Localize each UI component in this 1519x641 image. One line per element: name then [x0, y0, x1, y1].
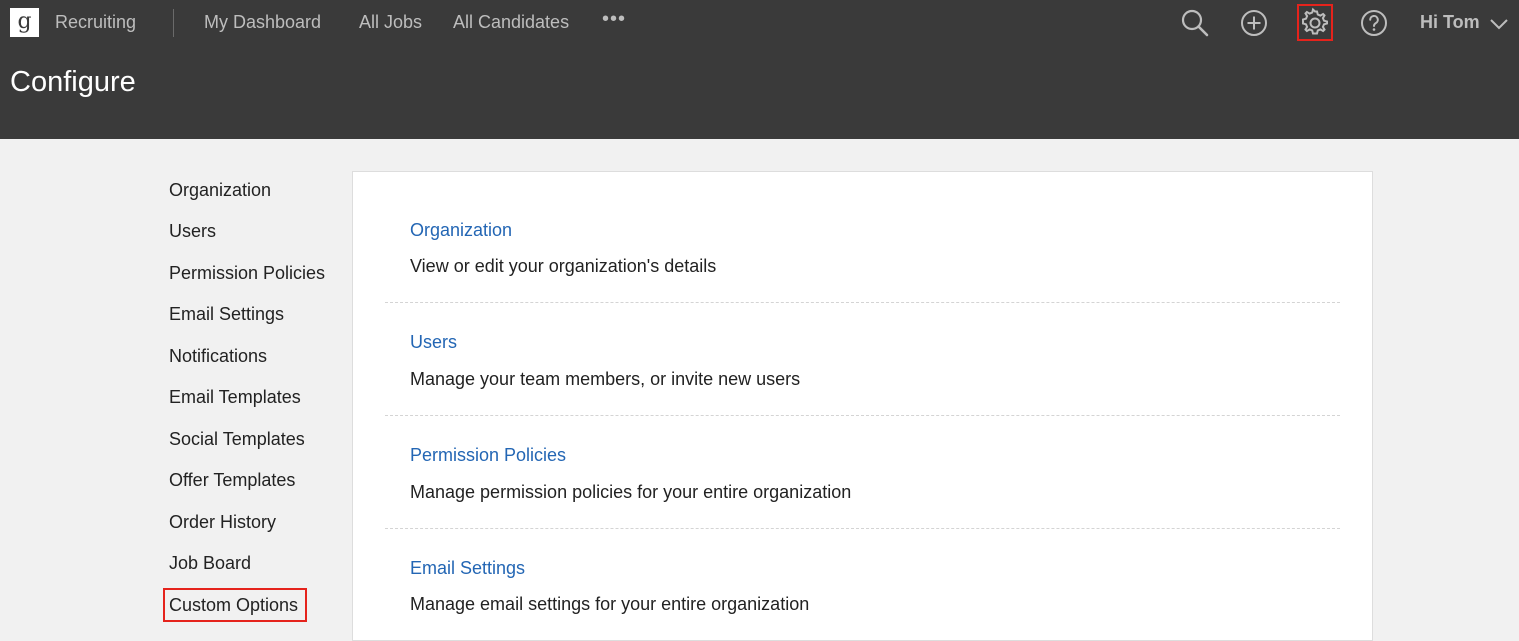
nav-my-dashboard[interactable]: My Dashboard: [204, 12, 321, 33]
more-menu-icon[interactable]: •••: [602, 8, 626, 31]
sidebar-item-organization[interactable]: Organization: [169, 180, 271, 201]
sidebar-item-job-board[interactable]: Job Board: [169, 553, 251, 574]
section-link-email-settings[interactable]: Email Settings: [410, 558, 525, 579]
section-link-users[interactable]: Users: [410, 332, 457, 353]
sidebar-item-offer-templates[interactable]: Offer Templates: [169, 470, 295, 491]
nav-all-candidates[interactable]: All Candidates: [453, 12, 569, 33]
nav-all-jobs[interactable]: All Jobs: [359, 12, 422, 33]
user-greeting[interactable]: Hi Tom: [1420, 12, 1480, 33]
section-description: Manage permission policies for your enti…: [410, 482, 852, 502]
section-description: Manage your team members, or invite new …: [410, 369, 801, 389]
page-title: Configure: [10, 66, 136, 98]
section-divider: [385, 528, 1340, 529]
search-icon[interactable]: [1179, 7, 1211, 39]
nav-divider: [173, 9, 174, 37]
sidebar-item-order-history[interactable]: Order History: [169, 512, 276, 533]
sidebar-item-email-settings[interactable]: Email Settings: [169, 304, 284, 325]
settings-highlight-box: [1297, 4, 1333, 41]
section-description: Manage email settings for your entire or…: [410, 594, 810, 614]
section-divider: [385, 415, 1340, 416]
top-bar: g Recruiting My Dashboard All Jobs All C…: [0, 0, 1519, 139]
greenhouse-logo[interactable]: g: [10, 8, 39, 37]
help-icon[interactable]: [1358, 7, 1390, 39]
section-link-permission-policies[interactable]: Permission Policies: [410, 445, 566, 466]
chevron-down-icon[interactable]: [1488, 14, 1510, 34]
section-divider: [385, 302, 1340, 303]
sidebar-item-permission-policies[interactable]: Permission Policies: [169, 263, 325, 284]
section-description: View or edit your organization's details: [410, 256, 717, 276]
sidebar-item-notifications[interactable]: Notifications: [169, 346, 267, 367]
app-name: Recruiting: [55, 12, 137, 32]
section-link-organization[interactable]: Organization: [410, 220, 512, 241]
sidebar-item-email-templates[interactable]: Email Templates: [169, 387, 301, 408]
sidebar-item-social-templates[interactable]: Social Templates: [169, 429, 305, 450]
sidebar-item-users[interactable]: Users: [169, 221, 216, 242]
custom-options-highlight-box: [163, 588, 307, 622]
add-circle-icon[interactable]: [1238, 7, 1270, 39]
